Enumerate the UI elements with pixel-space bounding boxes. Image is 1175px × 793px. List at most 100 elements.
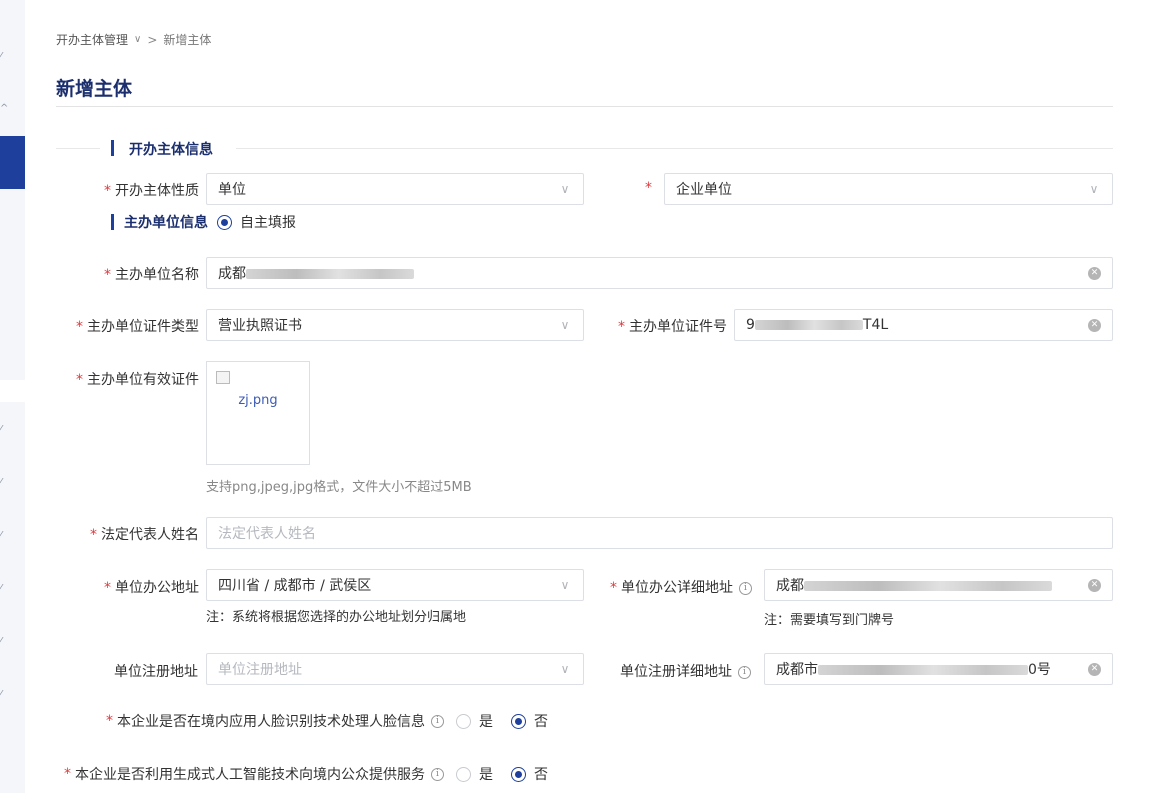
label-text: 法定代表人姓名 — [101, 527, 199, 543]
valid-cert-label: * 主办单位有效证件 — [76, 369, 199, 389]
redacted-text — [246, 269, 414, 279]
clear-icon[interactable]: ✕ — [1088, 266, 1101, 280]
sidebar-active-item[interactable] — [0, 136, 25, 189]
chevron-icon[interactable]: ⁄ — [0, 690, 10, 700]
office-address-cascader[interactable]: 四川省 / 成都市 / 武侯区 ∨ — [206, 569, 584, 601]
generative-ai-no-radio[interactable] — [511, 766, 526, 782]
cert-no-input[interactable]: 9 T4L ✕ — [734, 309, 1113, 341]
face-recognition-no-radio[interactable] — [511, 713, 526, 729]
subject-subtype-select[interactable]: 企业单位 ∨ — [664, 173, 1113, 205]
cert-upload-thumbnail[interactable]: zj.png — [206, 361, 310, 465]
registered-address-label: 单位注册地址 — [114, 664, 198, 680]
input-value-text: 0号 — [1028, 662, 1051, 678]
input-value: 9 T4L — [746, 317, 1082, 333]
chevron-icon[interactable]: ⁄ — [0, 52, 10, 62]
clear-icon[interactable]: ✕ — [1088, 662, 1101, 676]
broken-image-icon — [216, 371, 230, 384]
face-recognition-yes-radio[interactable] — [456, 713, 471, 729]
sponsor-subheader: 主办单位信息 自主填报 — [111, 212, 314, 232]
breadcrumb-current: 新增主体 — [163, 33, 212, 47]
generative-ai-row: * 本企业是否利用生成式人工智能技术向境内公众提供服务 i 是 否 — [64, 764, 566, 784]
title-divider — [56, 106, 1113, 107]
label-text: 主办单位有效证件 — [87, 372, 199, 388]
input-value-text: 成都 — [218, 266, 246, 282]
chevron-down-icon: ∨ — [560, 662, 570, 676]
select-value: 企业单位 — [676, 182, 732, 198]
cert-no-label: * 主办单位证件号 — [618, 316, 727, 336]
cert-type-label: * 主办单位证件类型 — [76, 316, 199, 336]
office-detail-label: * 单位办公详细地址 i — [610, 577, 752, 597]
section-marker — [111, 214, 114, 230]
select-value: 四川省 / 成都市 / 武侯区 — [218, 578, 372, 594]
breadcrumb-separator: > — [147, 32, 158, 47]
radio-label-yes[interactable]: 是 — [479, 711, 493, 731]
radio-label-yes[interactable]: 是 — [479, 764, 493, 784]
self-fill-label[interactable]: 自主填报 — [240, 212, 296, 232]
office-detail-input[interactable]: 成都 ✕ — [764, 569, 1113, 601]
registered-detail-input[interactable]: 成都市 0号 ✕ — [764, 653, 1113, 685]
input-placeholder: 法定代表人姓名 — [218, 526, 316, 542]
breadcrumb: 开办主体管理 ∨ > 新增主体 — [56, 31, 211, 48]
legal-rep-input[interactable]: 法定代表人姓名 — [206, 517, 1113, 549]
required-mark: * — [90, 527, 97, 543]
required-mark: * — [76, 372, 83, 388]
generative-ai-question: 本企业是否利用生成式人工智能技术向境内公众提供服务 — [75, 767, 425, 783]
input-value-text: 9 — [746, 317, 755, 333]
legal-rep-label: * 法定代表人姓名 — [90, 524, 199, 544]
info-icon[interactable]: i — [431, 714, 444, 728]
radio-label-no[interactable]: 否 — [534, 764, 548, 784]
chevron-down-icon[interactable]: ∨ — [134, 34, 141, 45]
sidebar-divider — [0, 380, 25, 402]
info-icon[interactable]: i — [431, 767, 444, 781]
clear-icon[interactable]: ✕ — [1088, 318, 1101, 332]
required-mark: * — [645, 180, 652, 196]
generative-ai-yes-radio[interactable] — [456, 766, 471, 782]
input-value: 成都市 0号 — [776, 659, 1082, 679]
section-marker — [111, 140, 114, 156]
input-value-text: 成都 — [776, 578, 804, 594]
chevron-icon[interactable]: ⁄ — [0, 584, 10, 594]
page-title: 新增主体 — [56, 78, 133, 100]
chevron-up-icon[interactable]: ^ — [0, 104, 10, 114]
info-icon[interactable]: i — [738, 665, 751, 679]
sponsor-name-input[interactable]: 成都 ✕ — [206, 257, 1113, 289]
cert-type-select[interactable]: 营业执照证书 ∨ — [206, 309, 584, 341]
radio-label-no[interactable]: 否 — [534, 711, 548, 731]
registered-address-cascader[interactable]: 单位注册地址 ∨ — [206, 653, 584, 685]
upload-filename[interactable]: zj.png — [207, 393, 309, 408]
required-mark: * — [618, 319, 625, 335]
select-value: 营业执照证书 — [218, 318, 302, 334]
sidebar: ⁄ ^ ⁄ ⁄ ⁄ ⁄ ⁄ ⁄ — [0, 0, 25, 793]
input-value-text: 成都市 — [776, 662, 818, 678]
face-recognition-question: 本企业是否在境内应用人脸识别技术处理人脸信息 — [117, 714, 425, 730]
redacted-text — [804, 581, 1052, 591]
clear-icon[interactable]: ✕ — [1088, 578, 1101, 592]
office-address-note: 注：系统将根据您选择的办公地址划分归属地 — [206, 610, 467, 625]
required-mark: * — [104, 183, 111, 199]
required-mark: * — [610, 580, 617, 596]
required-mark: * — [64, 766, 71, 782]
sponsor-heading: 主办单位信息 — [124, 215, 208, 231]
required-mark: * — [106, 713, 113, 729]
chevron-down-icon: ∨ — [560, 318, 570, 332]
self-fill-radio[interactable] — [217, 214, 232, 230]
label-text: 主办单位证件号 — [629, 319, 727, 335]
info-icon[interactable]: i — [739, 581, 752, 595]
input-value: 成都 — [218, 263, 1082, 283]
breadcrumb-parent[interactable]: 开办主体管理 — [56, 31, 128, 48]
divider — [236, 148, 1113, 149]
subject-nature-label: * 开办主体性质 — [104, 180, 199, 200]
required-mark: * — [76, 319, 83, 335]
office-detail-note: 注：需要填写到门牌号 — [764, 613, 895, 628]
divider — [56, 148, 100, 149]
label-text: 单位办公详细地址 — [621, 580, 733, 596]
chevron-icon[interactable]: ⁄ — [0, 637, 10, 647]
chevron-icon[interactable]: ⁄ — [0, 531, 10, 541]
chevron-icon[interactable]: ⁄ — [0, 425, 10, 435]
chevron-icon[interactable]: ⁄ — [0, 478, 10, 488]
chevron-down-icon: ∨ — [1089, 182, 1099, 196]
label-text: 开办主体性质 — [115, 183, 199, 199]
subject-nature-select[interactable]: 单位 ∨ — [206, 173, 584, 205]
chevron-down-icon: ∨ — [560, 578, 570, 592]
section-header: 开办主体信息 — [56, 138, 1113, 160]
